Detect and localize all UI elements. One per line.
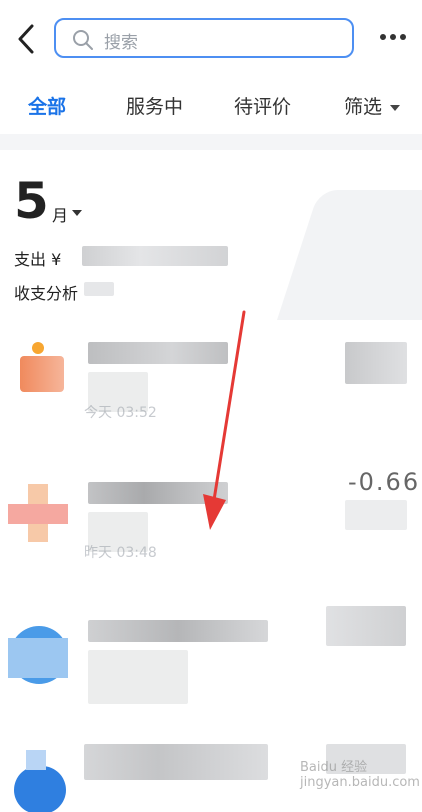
list-item[interactable] <box>0 600 422 740</box>
month-unit[interactable]: 月 <box>52 202 68 226</box>
back-arrow-icon[interactable] <box>10 22 42 56</box>
tab-filter-label: 筛选 <box>344 96 383 118</box>
blurred-amount <box>345 342 407 384</box>
blurred-description <box>88 650 188 704</box>
blurred-analysis-value <box>84 282 114 296</box>
tab-filter[interactable]: 筛选 <box>344 92 401 119</box>
month-dropdown-icon[interactable] <box>72 210 82 216</box>
search-input[interactable]: 搜索 <box>54 18 354 58</box>
transaction-time: 昨天 03:48 <box>84 545 157 561</box>
blurred-amount <box>326 606 406 646</box>
month-number[interactable]: 5 <box>14 172 49 230</box>
search-icon <box>73 30 93 50</box>
transaction-time: 今天 03:52 <box>84 405 157 421</box>
top-bar: 搜索 <box>0 0 422 78</box>
tab-to-review[interactable]: 待评价 <box>234 92 291 119</box>
tab-all[interactable]: 全部 <box>28 92 66 119</box>
list-item[interactable]: -0.66 昨天 03:48 <box>0 460 422 600</box>
list-item[interactable]: 今天 03:52 <box>0 320 422 460</box>
tab-in-service[interactable]: 服务中 <box>126 92 183 119</box>
analysis-link[interactable]: 收支分析 <box>14 280 78 304</box>
transaction-list: 今天 03:52 -0.66 昨天 03:48 <box>0 320 422 812</box>
blurred-merchant-name <box>88 620 268 642</box>
dropdown-icon <box>390 104 401 111</box>
blurred-expense-amount <box>82 246 228 266</box>
background-decoration <box>260 190 422 320</box>
merchant-logo-icon <box>8 482 70 544</box>
merchant-logo-icon <box>8 342 70 404</box>
blurred-merchant-name <box>88 342 228 364</box>
search-placeholder: 搜索 <box>104 33 138 53</box>
expense-label: 支出 ¥ <box>14 250 62 269</box>
baidu-watermark: Baidu 经验 jingyan.baidu.com <box>300 760 420 790</box>
blurred-amount <box>345 500 407 530</box>
merchant-logo-icon <box>8 750 70 812</box>
transaction-amount: -0.66 <box>348 468 421 496</box>
merchant-logo-icon <box>8 622 70 684</box>
blurred-merchant-name <box>88 482 228 504</box>
month-summary: 5 月 支出 ¥ 收支分析 <box>0 150 422 320</box>
more-icon[interactable] <box>380 34 406 42</box>
tab-bar: 全部 服务中 待评价 筛选 <box>0 78 422 134</box>
blurred-merchant-name <box>84 744 268 780</box>
